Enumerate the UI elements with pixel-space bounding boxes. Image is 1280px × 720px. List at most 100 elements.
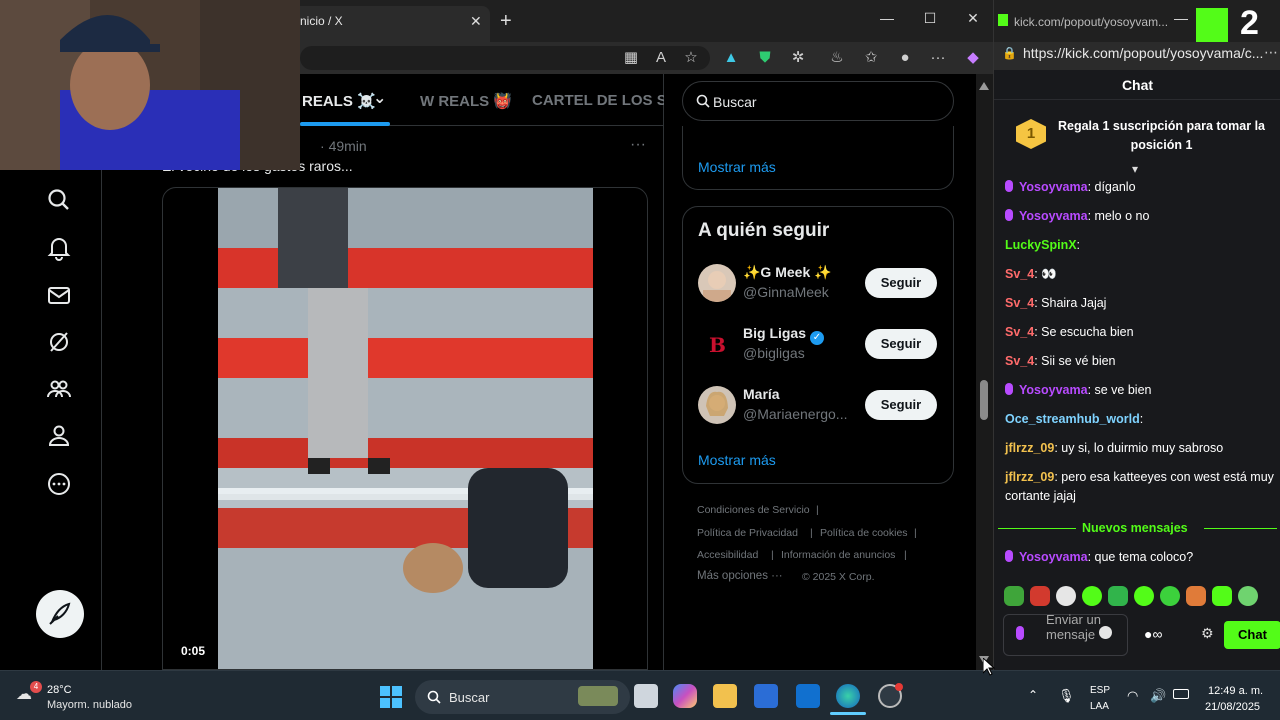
post-video[interactable]: 0:05 (162, 187, 648, 670)
follow-button[interactable]: Seguir (865, 329, 937, 359)
follow-avatar-maria[interactable] (698, 386, 736, 424)
explore-search-icon[interactable] (45, 186, 73, 214)
favorite-star-icon[interactable]: ☆ (680, 47, 702, 69)
more-menu-icon[interactable]: ··· (927, 47, 949, 69)
wifi-icon[interactable]: ◠ (1127, 688, 1138, 704)
messages-envelope-icon[interactable] (45, 281, 73, 309)
chat-username[interactable]: LuckySpinX (1005, 238, 1077, 252)
performance-icon[interactable]: ♨ (826, 47, 848, 69)
notifications-bell-icon[interactable] (45, 234, 73, 262)
follow-button[interactable]: Seguir (865, 268, 937, 298)
chat-username[interactable]: Yosoyvama (1019, 180, 1088, 194)
close-window-button[interactable]: ✕ (958, 10, 988, 27)
kick-minimize-button[interactable]: — (1174, 10, 1188, 26)
follow-name[interactable]: ✨G Meek ✨ (743, 264, 832, 281)
extension-icon[interactable]: ▲ (720, 47, 742, 69)
kick-tab-title[interactable]: kick.com/popout/yosoyvam... (1014, 15, 1168, 29)
windows-start-icon[interactable] (380, 686, 402, 708)
address-bar[interactable] (300, 46, 710, 70)
outlook-icon[interactable] (796, 684, 820, 708)
weather-temperature[interactable]: 28°C (47, 684, 72, 696)
volume-icon[interactable]: 🔊 (1150, 688, 1166, 704)
emote-icon[interactable] (1056, 586, 1076, 606)
chat-username[interactable]: Sv_4 (1005, 354, 1034, 368)
copilot-icon[interactable]: ◆ (962, 47, 984, 69)
tab-close-icon[interactable]: ✕ (470, 13, 482, 30)
emote-icon[interactable] (1004, 586, 1024, 606)
taskbar-date[interactable]: 21/08/2025 (1205, 701, 1260, 713)
new-tab-button[interactable]: + (500, 10, 512, 33)
chat-username[interactable]: Yosoyvama (1019, 383, 1088, 397)
shield-extension-icon[interactable]: ⛊ (754, 47, 776, 69)
footer-more-options[interactable]: Más opciones ··· (697, 570, 783, 582)
show-more-link[interactable]: Mostrar más (698, 452, 776, 468)
communities-icon[interactable] (45, 375, 73, 403)
emote-icon[interactable] (1108, 586, 1128, 606)
emote-icon[interactable] (1212, 586, 1232, 606)
weather-description[interactable]: Mayorm. nublado (47, 699, 132, 711)
tab-cartel[interactable]: CARTEL DE LOS SAI (532, 92, 682, 109)
chat-username[interactable]: Oce_streamhub_world (1005, 412, 1140, 426)
extensions-icon[interactable]: ✲ (787, 47, 809, 69)
minimize-button[interactable]: — (872, 10, 902, 26)
scrollbar-thumb[interactable] (980, 380, 988, 420)
footer-link-privacy[interactable]: Política de Privacidad (697, 527, 798, 539)
emote-icon[interactable] (1238, 586, 1258, 606)
emote-icon[interactable] (1082, 586, 1102, 606)
chat-send-button[interactable]: Chat (1224, 621, 1280, 649)
emote-icon[interactable] (1186, 586, 1206, 606)
app-available-icon[interactable]: ▦ (620, 47, 642, 69)
copilot-app-icon[interactable] (673, 684, 697, 708)
task-view-icon[interactable] (634, 684, 658, 708)
file-explorer-icon[interactable] (713, 684, 737, 708)
gift-sub-banner[interactable]: 1 Regala 1 suscripción para tomar la pos… (994, 104, 1280, 160)
follow-name[interactable]: María (743, 386, 780, 402)
more-options-icon[interactable] (45, 470, 73, 498)
show-more-link[interactable]: Mostrar más (698, 159, 776, 175)
read-aloud-icon[interactable]: A (650, 47, 672, 69)
chevron-down-icon[interactable]: ⌄ (373, 88, 386, 108)
battery-icon[interactable] (1173, 689, 1189, 699)
bits-icon[interactable]: ●∞ (1144, 626, 1162, 642)
chat-username[interactable]: jflrzz_09 (1005, 441, 1054, 455)
grok-icon[interactable] (45, 328, 73, 356)
tray-overflow-chevron-icon[interactable]: ⌃ (1028, 688, 1038, 702)
chat-username[interactable]: Yosoyvama (1019, 550, 1088, 564)
follow-avatar-gmeek[interactable] (698, 264, 736, 302)
footer-link-accessibility[interactable]: Accesibilidad (697, 549, 758, 561)
chat-username[interactable]: jflrzz_09 (1005, 470, 1054, 484)
microphone-icon[interactable]: 🎙 (1058, 688, 1075, 704)
emoji-picker-icon[interactable] (1099, 626, 1112, 639)
kick-more-menu-icon[interactable]: ⋯ (1264, 44, 1278, 61)
chat-settings-gear-icon[interactable]: ⚙ (1201, 625, 1214, 642)
emote-icon[interactable] (1030, 586, 1050, 606)
post-more-icon[interactable]: ··· (630, 136, 646, 154)
microsoft-store-icon[interactable] (754, 684, 778, 708)
chat-username[interactable]: Yosoyvama (1019, 209, 1088, 223)
kick-url[interactable]: https://kick.com/popout/yosoyvama/c... (1023, 45, 1263, 61)
follow-avatar-bigligas[interactable]: B (698, 325, 736, 363)
pinned-expand-icon[interactable]: ▾ (1132, 162, 1138, 176)
tab-w-reals[interactable]: W REALS 👹 (420, 92, 512, 110)
favorites-icon[interactable]: ✩ (860, 47, 882, 69)
profile-icon[interactable] (45, 422, 73, 450)
footer-link-terms[interactable]: Condiciones de Servicio (697, 504, 810, 516)
scroll-up-icon[interactable] (979, 82, 989, 90)
compose-post-button[interactable] (36, 590, 84, 638)
page-scrollbar[interactable] (976, 74, 993, 670)
chat-username[interactable]: Sv_4 (1005, 267, 1034, 281)
profile-avatar-icon[interactable]: ● (894, 47, 916, 69)
footer-link-ads[interactable]: Información de anuncios (781, 549, 895, 561)
keyboard-language[interactable]: ESP (1090, 685, 1110, 696)
maximize-button[interactable]: ☐ (915, 10, 945, 27)
tab-reals[interactable]: REALS ☠️ (302, 92, 376, 110)
chat-username[interactable]: Sv_4 (1005, 325, 1034, 339)
emote-icon[interactable] (1134, 586, 1154, 606)
keyboard-layout[interactable]: LAA (1090, 701, 1109, 712)
follow-button[interactable]: Seguir (865, 390, 937, 420)
follow-name[interactable]: Big Ligas ✓ (743, 325, 824, 345)
chat-username[interactable]: Sv_4 (1005, 296, 1034, 310)
edge-browser-icon[interactable] (836, 684, 860, 708)
emote-icon[interactable] (1160, 586, 1180, 606)
footer-link-cookies[interactable]: Política de cookies (820, 527, 908, 539)
